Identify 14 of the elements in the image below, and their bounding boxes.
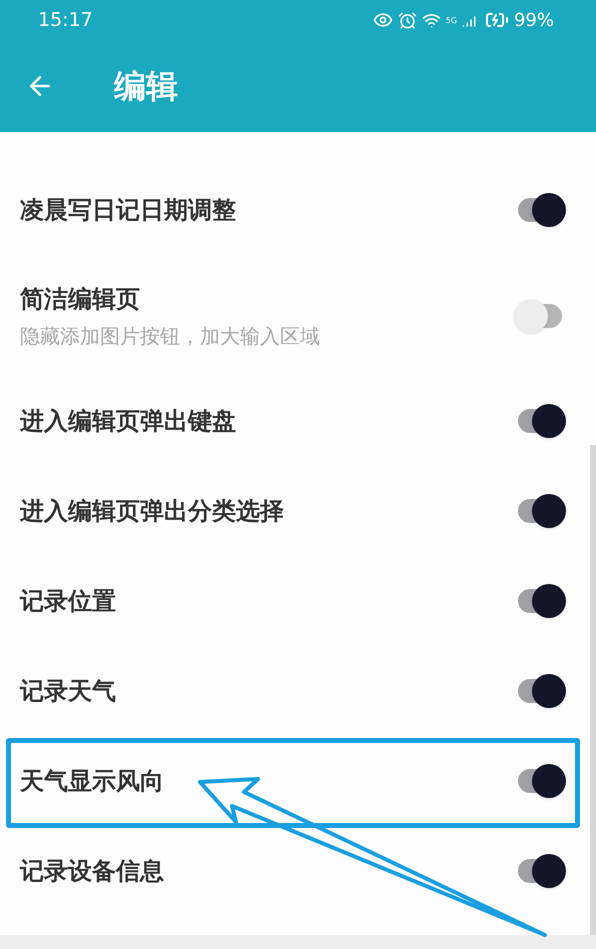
network-type: 5G (446, 14, 457, 26)
setting-title: 记录设备信息 (20, 856, 164, 887)
setting-title: 进入编辑页弹出键盘 (20, 406, 236, 437)
battery-percent: 99% (514, 8, 554, 32)
setting-title: 进入编辑页弹出分类选择 (20, 496, 284, 527)
status-time: 15:17 (38, 8, 93, 33)
setting-description: 隐藏添加图片按钮，加大输入区域 (20, 322, 320, 350)
alarm-clock-icon (398, 10, 417, 30)
setting-title: 简洁编辑页 (20, 284, 141, 314)
page-title: 编辑 (114, 66, 178, 107)
setting-title: 凌晨写日记日期调整 (20, 195, 236, 226)
setting-title: 记录位置 (20, 586, 116, 617)
setting-title: 记录天气 (20, 676, 116, 707)
setting-title: 天气显示风向 (20, 766, 164, 797)
